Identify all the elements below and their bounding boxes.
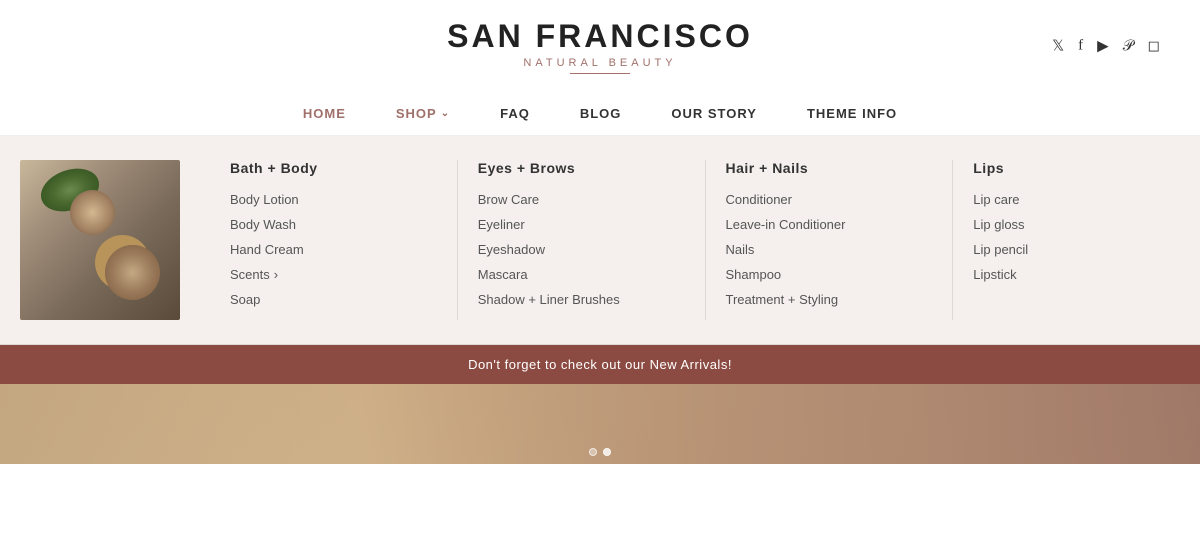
slider-dot-2[interactable] — [603, 448, 611, 456]
nav-item-home[interactable]: HOME — [303, 106, 346, 121]
menu-item-body-lotion[interactable]: Body Lotion — [230, 192, 437, 207]
menu-item-shadow-liner-brushes[interactable]: Shadow + Liner Brushes — [478, 292, 685, 307]
promo-text: Don't forget to check out our New Arriva… — [468, 357, 732, 372]
menu-column-eyes-brows: Eyes + Brows Brow Care Eyeliner Eyeshado… — [458, 160, 706, 320]
subtitle-divider — [570, 73, 630, 74]
column-title-lips: Lips — [973, 160, 1180, 176]
menu-column-lips: Lips Lip care Lip gloss Lip pencil Lipst… — [953, 160, 1200, 320]
social-icons-group: 𝕏 f ▶ 𝒫 ◻ — [1052, 37, 1160, 56]
menu-item-conditioner[interactable]: Conditioner — [726, 192, 933, 207]
pinterest-icon[interactable]: 𝒫 — [1123, 37, 1134, 55]
column-title-bath-body: Bath + Body — [230, 160, 437, 176]
menu-item-leave-in-conditioner[interactable]: Leave-in Conditioner — [726, 217, 933, 232]
menu-item-scents[interactable]: Scents › — [230, 267, 437, 282]
shop-chevron-icon: ⌄ — [441, 108, 450, 119]
slider-dots — [589, 448, 611, 456]
menu-item-mascara[interactable]: Mascara — [478, 267, 685, 282]
nav-item-our-story[interactable]: OUR STORY — [671, 106, 757, 121]
menu-item-eyeshadow[interactable]: Eyeshadow — [478, 242, 685, 257]
menu-column-bath-body: Bath + Body Body Lotion Body Wash Hand C… — [210, 160, 458, 320]
scents-arrow-icon: › — [274, 267, 278, 282]
youtube-icon[interactable]: ▶ — [1097, 37, 1109, 56]
column-title-hair-nails: Hair + Nails — [726, 160, 933, 176]
slider-dot-1[interactable] — [589, 448, 597, 456]
facebook-icon[interactable]: f — [1078, 38, 1083, 55]
menu-item-lip-care[interactable]: Lip care — [973, 192, 1180, 207]
promo-banner: Don't forget to check out our New Arriva… — [0, 345, 1200, 384]
nav-item-blog[interactable]: BLOG — [580, 106, 622, 121]
column-title-eyes-brows: Eyes + Brows — [478, 160, 685, 176]
main-nav: HOME SHOP ⌄ FAQ BLOG OUR STORY THEME INF… — [0, 92, 1200, 136]
twitter-icon[interactable]: 𝕏 — [1052, 37, 1064, 56]
site-title: SAN FRANCISCO — [447, 18, 753, 55]
menu-item-shampoo[interactable]: Shampoo — [726, 267, 933, 282]
menu-item-lip-pencil[interactable]: Lip pencil — [973, 242, 1180, 257]
site-logo: SAN FRANCISCO NATURAL BEAUTY — [447, 18, 753, 74]
nav-item-faq[interactable]: FAQ — [500, 106, 530, 121]
menu-column-hair-nails: Hair + Nails Conditioner Leave-in Condit… — [706, 160, 954, 320]
menu-columns: Bath + Body Body Lotion Body Wash Hand C… — [210, 160, 1200, 320]
menu-item-lipstick[interactable]: Lipstick — [973, 267, 1180, 282]
menu-item-body-wash[interactable]: Body Wash — [230, 217, 437, 232]
hero-slider — [0, 384, 1200, 464]
nav-item-shop[interactable]: SHOP ⌄ — [396, 106, 450, 121]
menu-item-nails[interactable]: Nails — [726, 242, 933, 257]
menu-item-eyeliner[interactable]: Eyeliner — [478, 217, 685, 232]
menu-item-hand-cream[interactable]: Hand Cream — [230, 242, 437, 257]
menu-product-image — [20, 160, 180, 320]
shop-dropdown: Bath + Body Body Lotion Body Wash Hand C… — [0, 136, 1200, 345]
menu-item-treatment-styling[interactable]: Treatment + Styling — [726, 292, 933, 307]
instagram-icon[interactable]: ◻ — [1148, 37, 1160, 56]
menu-item-soap[interactable]: Soap — [230, 292, 437, 307]
menu-item-lip-gloss[interactable]: Lip gloss — [973, 217, 1180, 232]
menu-item-brow-care[interactable]: Brow Care — [478, 192, 685, 207]
nav-item-theme-info[interactable]: THEME INFO — [807, 106, 897, 121]
site-subtitle: NATURAL BEAUTY — [447, 57, 753, 69]
header: SAN FRANCISCO NATURAL BEAUTY 𝕏 f ▶ 𝒫 ◻ — [0, 0, 1200, 92]
product-image-detail — [70, 190, 115, 235]
